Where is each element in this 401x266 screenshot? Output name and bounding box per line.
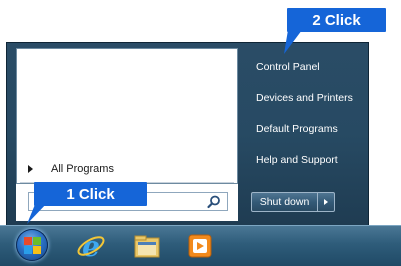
shut-down-button[interactable]: Shut down [252, 193, 318, 211]
devices-and-printers-label: Devices and Printers [256, 92, 353, 104]
default-programs-label: Default Programs [256, 123, 338, 135]
file-explorer-icon[interactable] [132, 231, 162, 261]
step-2-pointer [284, 30, 302, 54]
control-panel-item[interactable]: Control Panel [256, 58, 368, 76]
step-1-callout: 1 Click [34, 182, 147, 206]
chevron-right-icon [28, 165, 33, 173]
help-and-support-label: Help and Support [256, 154, 338, 166]
shut-down-button-group: Shut down [251, 192, 335, 212]
control-panel-label: Control Panel [256, 61, 320, 73]
chevron-right-icon [324, 199, 328, 205]
windows-start-orb-icon[interactable] [16, 229, 48, 261]
all-programs-label: All Programs [51, 163, 114, 175]
devices-and-printers-item[interactable]: Devices and Printers [256, 89, 368, 107]
step-2-callout: 2 Click [287, 8, 386, 32]
search-icon[interactable] [206, 194, 222, 210]
step-1-pointer [27, 202, 48, 224]
all-programs-item[interactable]: All Programs [20, 160, 234, 178]
help-and-support-item[interactable]: Help and Support [256, 151, 368, 169]
shut-down-options-button[interactable] [318, 193, 334, 211]
svg-text:e: e [82, 231, 100, 261]
internet-explorer-icon[interactable]: e [76, 231, 106, 261]
default-programs-item[interactable]: Default Programs [256, 120, 368, 138]
media-player-icon[interactable] [185, 231, 215, 261]
